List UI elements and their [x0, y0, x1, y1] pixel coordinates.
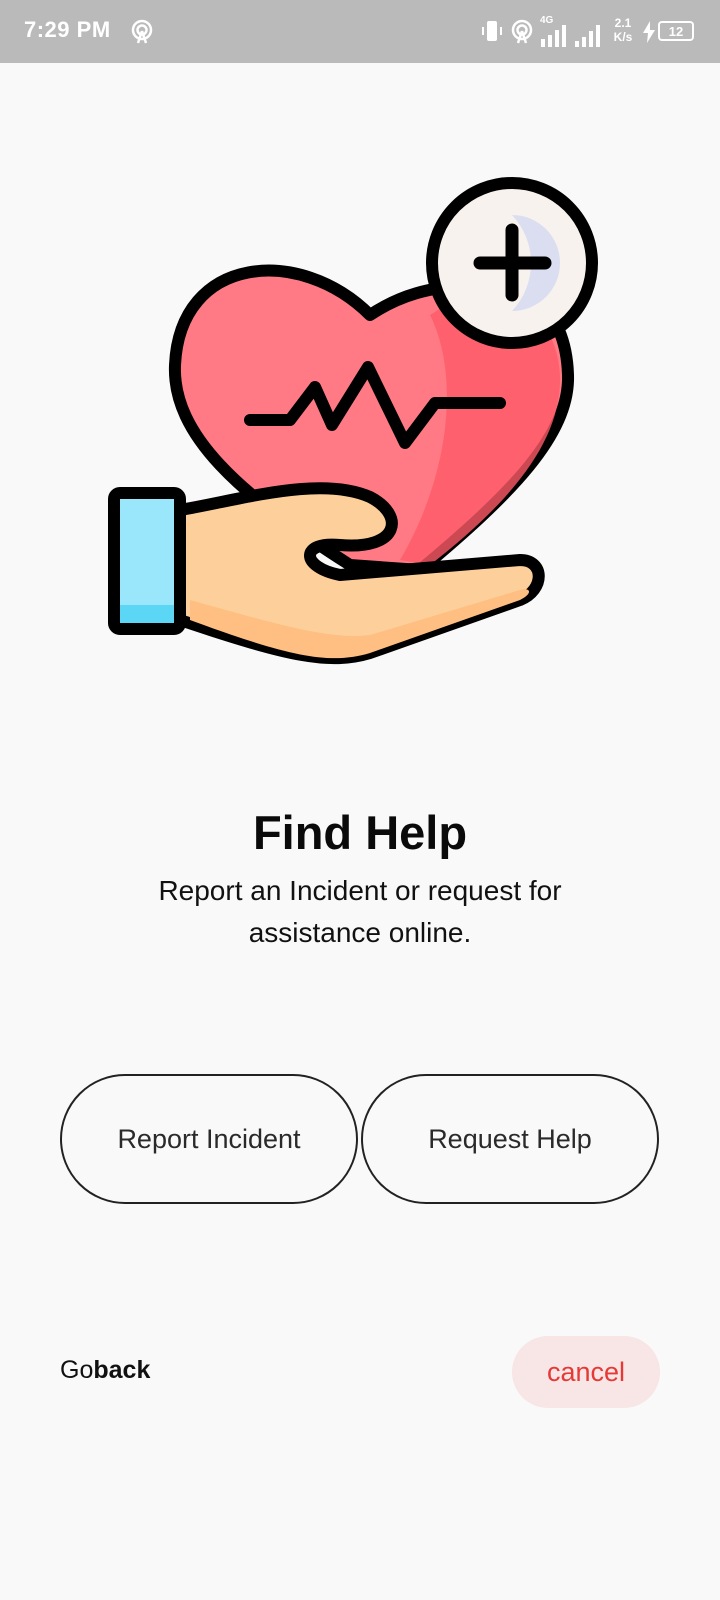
go-back-label-light: Go	[60, 1356, 94, 1384]
heart-in-hand-icon	[108, 177, 598, 665]
go-back-label-bold: back	[93, 1356, 151, 1384]
network-speed-value: 2.1	[614, 16, 632, 30]
request-help-button[interactable]: Request Help	[361, 1074, 659, 1204]
network-speed-unit: K/s	[613, 30, 633, 44]
vibrate-icon	[482, 21, 502, 41]
page-subtitle: Report an Incident or request for assist…	[158, 875, 562, 948]
status-time: 7:29 PM	[24, 17, 111, 42]
battery-level: 12	[668, 23, 684, 39]
status-bar: 7:29 PM 4G 2.1 K/s 12	[0, 0, 720, 63]
page-title: Find Help	[252, 806, 468, 859]
charging-icon	[643, 21, 655, 43]
go-back-link[interactable]: Goback	[60, 1356, 150, 1385]
report-incident-button[interactable]: Report Incident	[60, 1074, 358, 1204]
cancel-button[interactable]: cancel	[512, 1336, 660, 1408]
battery-icon: 12	[658, 21, 694, 41]
signal-icon	[541, 25, 566, 47]
status-icons: 4G 2.1 K/s 12	[480, 15, 700, 49]
signal-icon	[575, 25, 600, 47]
hotspot-icon	[511, 19, 533, 44]
hotspot-icon	[131, 19, 153, 44]
